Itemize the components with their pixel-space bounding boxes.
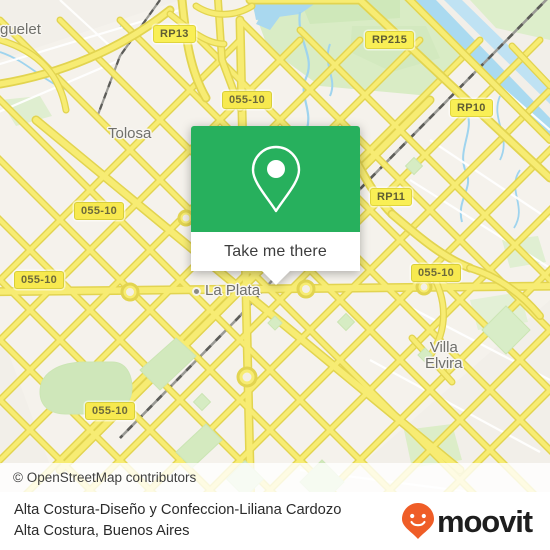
- road-shield-055-10-e[interactable]: 055-10: [85, 402, 136, 420]
- road-shield-055-10-d[interactable]: 055-10: [411, 264, 462, 282]
- footer-bar: Alta Costura-Diseño y Confeccion-Liliana…: [0, 492, 550, 550]
- road-shield-055-10-c[interactable]: 055-10: [14, 271, 65, 289]
- moovit-pin-icon: [401, 503, 434, 539]
- map-screenshot: guelet Tolosa La Plata Villa Elvira RP13…: [0, 0, 550, 550]
- location-popup-card[interactable]: Take me there: [191, 126, 360, 285]
- take-me-there-label: Take me there: [224, 242, 327, 260]
- openstreetmap-attribution[interactable]: © OpenStreetMap contributors: [13, 470, 196, 485]
- place-title-line-2: Alta Costura, Buenos Aires: [14, 523, 190, 539]
- location-pin-icon: [251, 145, 300, 213]
- city-dot-la-plata: [192, 287, 201, 296]
- road-shield-rp13[interactable]: RP13: [153, 25, 196, 43]
- road-shield-rp10[interactable]: RP10: [450, 99, 493, 117]
- moovit-wordmark: moovit: [436, 503, 533, 539]
- place-title-block: Alta Costura-Diseño y Confeccion-Liliana…: [14, 500, 341, 542]
- road-shield-055-10-b[interactable]: 055-10: [74, 202, 125, 220]
- popup-footer[interactable]: Take me there: [191, 232, 360, 271]
- popup-header: [191, 126, 360, 232]
- map-canvas[interactable]: guelet Tolosa La Plata Villa Elvira RP13…: [0, 0, 550, 492]
- moovit-logo[interactable]: moovit: [401, 502, 536, 540]
- map-attribution-bar: © OpenStreetMap contributors: [0, 463, 550, 492]
- road-shield-rp215[interactable]: RP215: [365, 31, 415, 49]
- road-shield-rp11[interactable]: RP11: [370, 188, 413, 206]
- road-shield-055-10-a[interactable]: 055-10: [222, 91, 273, 109]
- place-title-line-1: Alta Costura-Diseño y Confeccion-Liliana…: [14, 502, 342, 519]
- popup-pointer: [261, 271, 290, 285]
